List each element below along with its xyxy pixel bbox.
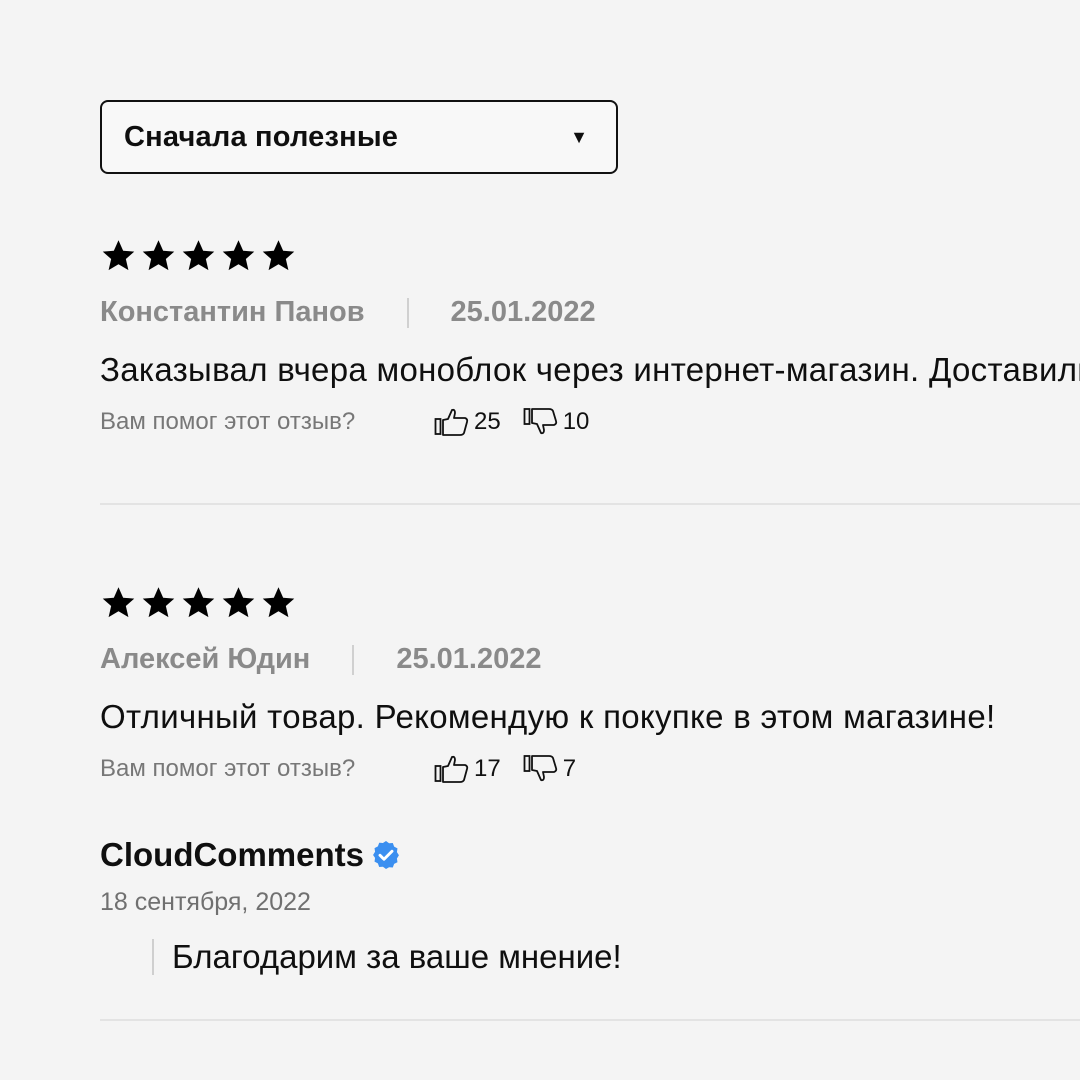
star-icon xyxy=(102,240,135,271)
star-icon xyxy=(182,240,215,271)
review-text: Заказывал вчера моноблок через интернет-… xyxy=(100,351,1080,388)
star-icon xyxy=(222,240,255,271)
star-icon xyxy=(262,587,295,618)
verified-badge-icon xyxy=(373,841,399,869)
like-button[interactable]: 17 xyxy=(434,754,501,784)
thumbs-up-icon xyxy=(434,755,469,783)
like-count: 25 xyxy=(474,408,501,435)
star-icon xyxy=(142,240,175,271)
review-meta: Константин Панов 25.01.2022 xyxy=(100,296,1080,329)
review-author: Алексей Юдин xyxy=(100,643,311,675)
like-count: 17 xyxy=(474,755,501,782)
sort-dropdown-label: Сначала полезные xyxy=(124,120,399,153)
dislike-button[interactable]: 10 xyxy=(523,407,590,437)
meta-separator xyxy=(406,297,409,328)
helpful-row: Вам помог этот отзыв? 17 7 xyxy=(100,754,1080,784)
thumbs-down-icon xyxy=(523,408,557,435)
review-divider xyxy=(100,503,1080,505)
like-button[interactable]: 25 xyxy=(434,407,501,437)
reply-text: Благодарим за ваше мнение! xyxy=(152,939,1080,975)
reply-author-row: CloudComments xyxy=(100,836,1080,874)
thumbs-up-icon xyxy=(434,408,469,436)
thumbs-down-icon xyxy=(523,755,557,782)
review-author: Константин Панов xyxy=(100,296,365,328)
dislike-button[interactable]: 7 xyxy=(523,754,576,784)
star-icon xyxy=(262,240,295,271)
dislike-count: 7 xyxy=(562,755,577,782)
seller-reply: CloudComments 18 сентября, 2022 Благодар… xyxy=(100,836,1080,975)
review-item: Алексей Юдин 25.01.2022 Отличный товар. … xyxy=(100,583,1080,784)
reply-author: CloudComments xyxy=(100,836,364,873)
review-text: Отличный товар. Рекомендую к покупке в э… xyxy=(100,698,996,735)
star-rating xyxy=(100,583,1080,623)
sort-dropdown[interactable]: Сначала полезные ▼ xyxy=(100,100,618,174)
caret-down-icon: ▼ xyxy=(570,127,588,147)
meta-separator xyxy=(352,644,355,675)
star-icon xyxy=(142,587,175,618)
star-icon xyxy=(182,587,215,618)
helpful-question: Вам помог этот отзыв? xyxy=(100,408,356,435)
review-meta: Алексей Юдин 25.01.2022 xyxy=(100,643,1080,676)
review-item: Константин Панов 25.01.2022 Заказывал вч… xyxy=(100,236,1080,437)
review-divider xyxy=(100,1019,1080,1021)
helpful-row: Вам помог этот отзыв? 25 10 xyxy=(100,407,1080,437)
star-icon xyxy=(222,587,255,618)
review-date: 25.01.2022 xyxy=(396,643,542,675)
dislike-count: 10 xyxy=(562,408,590,435)
star-icon xyxy=(102,587,135,618)
review-date: 25.01.2022 xyxy=(450,296,596,328)
reply-date: 18 сентября, 2022 xyxy=(100,888,311,916)
helpful-question: Вам помог этот отзыв? xyxy=(100,755,356,782)
star-rating xyxy=(100,236,1080,276)
